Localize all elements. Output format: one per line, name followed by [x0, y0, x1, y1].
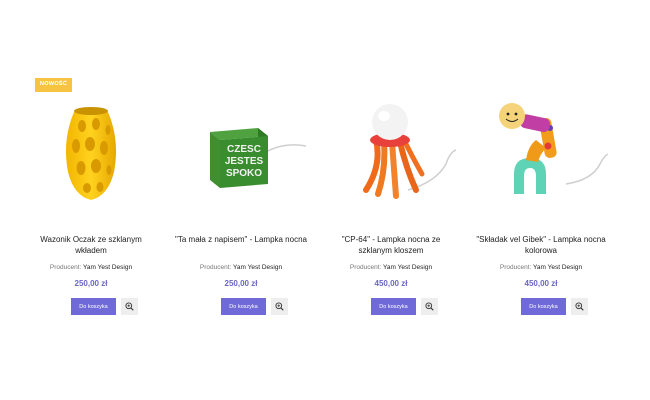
- product-price: 250,00 zł: [224, 279, 258, 288]
- product-title[interactable]: "Składak vel Gibek" - Lampka nocna kolor…: [474, 235, 608, 256]
- producer-label: Producent:: [49, 264, 82, 271]
- zoom-in-icon: [125, 302, 134, 311]
- product-grid: NOWOŚĆ Wazonik Oczak ze szklanym wkładem…: [0, 0, 650, 400]
- add-to-cart-button[interactable]: Do koszyka: [521, 298, 566, 315]
- product-price: 250,00 zł: [74, 279, 108, 288]
- producer-name[interactable]: Yam Yest Design: [533, 264, 582, 271]
- cube-text-line: SPOKO: [226, 168, 262, 179]
- product-title[interactable]: "Ta mała z napisem" - Lampka nocna: [174, 235, 308, 246]
- producer-line: Producent: Yam Yest Design: [166, 264, 316, 271]
- product-image[interactable]: CZESC JESTES SPOKO: [166, 90, 316, 220]
- add-to-cart-button[interactable]: Do koszyka: [71, 298, 116, 315]
- product-card: "Składak vel Gibek" - Lampka nocna kolor…: [466, 70, 616, 320]
- zoom-in-icon: [425, 302, 434, 311]
- lamp-cube-image: CZESC JESTES SPOKO: [210, 128, 307, 188]
- product-card: "CP-64" - Lampka nocna ze szklanym klosz…: [316, 70, 466, 320]
- cube-text-line: JESTES: [225, 156, 264, 167]
- product-image[interactable]: [316, 90, 466, 220]
- zoom-in-icon: [275, 302, 284, 311]
- producer-name[interactable]: Yam Yest Design: [383, 264, 432, 271]
- quick-view-button[interactable]: [421, 298, 438, 315]
- product-card: CZESC JESTES SPOKO "Ta mała z napisem" -…: [166, 70, 316, 320]
- add-to-cart-button[interactable]: Do koszyka: [371, 298, 416, 315]
- quick-view-button[interactable]: [571, 298, 588, 315]
- producer-line: Producent: Yam Yest Design: [16, 264, 166, 271]
- add-to-cart-button[interactable]: Do koszyka: [221, 298, 266, 315]
- producer-line: Producent: Yam Yest Design: [316, 264, 466, 271]
- producer-line: Producent: Yam Yest Design: [466, 264, 616, 271]
- producer-label: Producent:: [199, 264, 232, 271]
- product-image[interactable]: [466, 90, 616, 220]
- producer-name[interactable]: Yam Yest Design: [83, 264, 132, 271]
- product-card: NOWOŚĆ Wazonik Oczak ze szklanym wkładem…: [16, 70, 166, 320]
- lamp-folding-image: [499, 103, 609, 194]
- zoom-in-icon: [575, 302, 584, 311]
- lamp-octopus-image: [363, 104, 457, 199]
- producer-label: Producent:: [349, 264, 382, 271]
- cube-text-line: CZESC: [227, 144, 261, 155]
- product-title[interactable]: "CP-64" - Lampka nocna ze szklanym klosz…: [324, 235, 458, 256]
- product-price: 450,00 zł: [374, 279, 408, 288]
- product-image[interactable]: [16, 90, 166, 220]
- vase-image: [66, 107, 116, 200]
- producer-label: Producent:: [499, 264, 532, 271]
- product-price: 450,00 zł: [524, 279, 558, 288]
- quick-view-button[interactable]: [121, 298, 138, 315]
- producer-name[interactable]: Yam Yest Design: [233, 264, 282, 271]
- quick-view-button[interactable]: [271, 298, 288, 315]
- product-title[interactable]: Wazonik Oczak ze szklanym wkładem: [24, 235, 158, 256]
